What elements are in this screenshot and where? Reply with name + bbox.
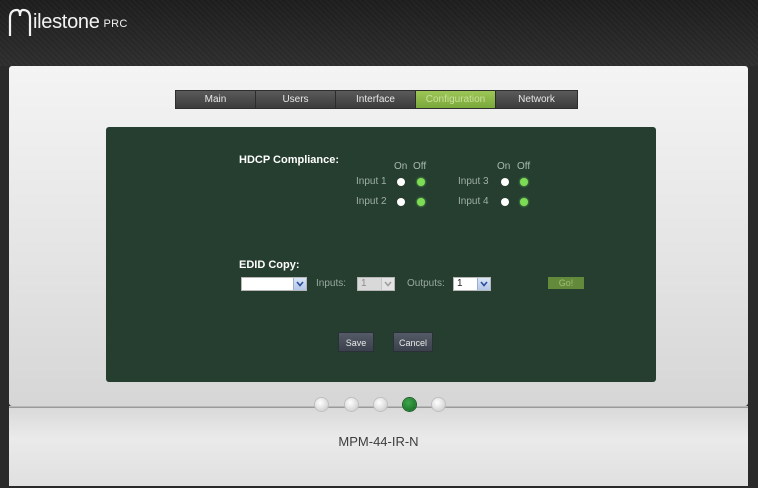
hdcp-input-2-off-radio[interactable] [417,198,425,206]
edid-outputs-select[interactable]: 1 [453,277,491,291]
edid-source-select[interactable] [241,277,307,291]
edid-inputs-value: 1 [361,278,367,289]
hdcp-input-1-off-radio[interactable] [417,178,425,186]
configuration-panel: HDCP Compliance: On Off On Off Input 1 I… [106,127,656,382]
edid-title: EDID Copy: [239,259,300,271]
hdcp-col-off-right: Off [517,161,531,172]
page-dot-1[interactable] [315,398,328,411]
hdcp-input-2-on-radio[interactable] [397,198,405,206]
hdcp-input-4-on-radio[interactable] [501,198,509,206]
logo-text: ilestone [33,11,100,33]
hdcp-input-1-on-radio[interactable] [397,178,405,186]
hdcp-col-on-right: On [497,161,511,172]
hdcp-title: HDCP Compliance: [239,154,340,166]
tab-configuration[interactable]: Configuration [416,91,496,108]
edid-inputs-select[interactable]: 1 [357,277,395,291]
hdcp-col-off-left: Off [413,161,427,172]
hdcp-input-3-on-radio[interactable] [501,178,509,186]
page-dot-2[interactable] [345,398,358,411]
model-name: MPM-44-IR-N [338,434,419,449]
tab-interface[interactable]: Interface [336,91,416,108]
hdcp-col-on-left: On [394,161,408,172]
tab-bar: Main Users Interface Configuration Netwo… [175,90,578,109]
hdcp-input-4-label: Input 4 [458,196,489,207]
edid-outputs-value: 1 [457,278,463,289]
hdcp-input-1-label: Input 1 [356,176,387,187]
tab-main[interactable]: Main [176,91,256,108]
milestone-logo: ilestone PRC [8,6,128,36]
chevron-down-icon [381,278,394,290]
edid-inputs-label: Inputs: [316,278,347,289]
save-button[interactable]: Save [338,332,374,352]
milestone-m-arch-icon [8,8,32,36]
hdcp-input-4-off-radio[interactable] [520,198,528,206]
edid-go-button[interactable]: Go! [548,277,584,289]
edid-outputs-label: Outputs: [407,278,445,289]
page-dot-4[interactable] [403,398,416,411]
tab-network[interactable]: Network [496,91,577,108]
hdcp-input-3-label: Input 3 [458,176,489,187]
page-dot-3[interactable] [374,398,387,411]
hdcp-input-3-off-radio[interactable] [520,178,528,186]
tab-users[interactable]: Users [256,91,336,108]
cancel-button[interactable]: Cancel [393,332,433,352]
chevron-down-icon [293,278,306,290]
chevron-down-icon [477,278,490,290]
logo-sub: PRC [103,18,128,30]
page-dot-5[interactable] [432,398,445,411]
header-bar: ilestone PRC [0,0,758,66]
hdcp-input-2-label: Input 2 [356,196,387,207]
